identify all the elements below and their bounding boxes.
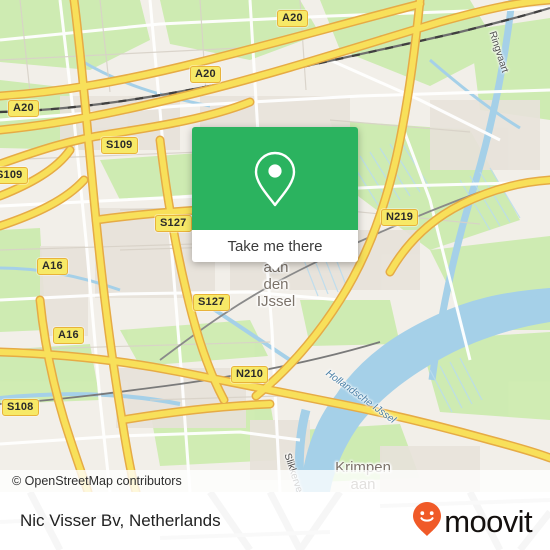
road-shield: N210 xyxy=(231,366,269,383)
road-shield: N219 xyxy=(381,209,419,226)
road-shield: A16 xyxy=(37,258,68,275)
place-popup[interactable]: Take me there xyxy=(192,127,358,271)
road-shield: A20 xyxy=(8,100,39,117)
road-shield: A20 xyxy=(190,66,221,83)
road-shield: S127 xyxy=(193,294,230,311)
road-shield: S109 xyxy=(101,137,138,154)
road-shield: S127 xyxy=(155,215,192,232)
moovit-place-card: aan den IJsselKrimpen aanHollandsche IJs… xyxy=(0,0,550,550)
road-shield: S109 xyxy=(0,167,28,184)
take-me-there-button[interactable]: Take me there xyxy=(192,230,358,262)
road-shield: A16 xyxy=(53,327,84,344)
map-attribution: © OpenStreetMap contributors xyxy=(0,470,550,492)
moovit-logo[interactable]: moovit xyxy=(412,501,533,542)
take-me-there-label: Take me there xyxy=(227,237,323,255)
popup-header xyxy=(192,127,358,230)
road-shield: A20 xyxy=(277,10,308,27)
footer-bar: Nic Visser Bv, Netherlands moovit xyxy=(0,492,550,550)
road-shield: S108 xyxy=(2,399,39,416)
popup-tail xyxy=(265,261,285,271)
moovit-wordmark: moovit xyxy=(444,503,532,539)
map-canvas[interactable]: aan den IJsselKrimpen aanHollandsche IJs… xyxy=(0,0,550,492)
attribution-text: © OpenStreetMap contributors xyxy=(12,474,182,488)
moovit-smiley-pin-icon xyxy=(412,501,442,542)
place-title: Nic Visser Bv, Netherlands xyxy=(20,511,221,530)
map-pin-icon xyxy=(252,150,298,208)
